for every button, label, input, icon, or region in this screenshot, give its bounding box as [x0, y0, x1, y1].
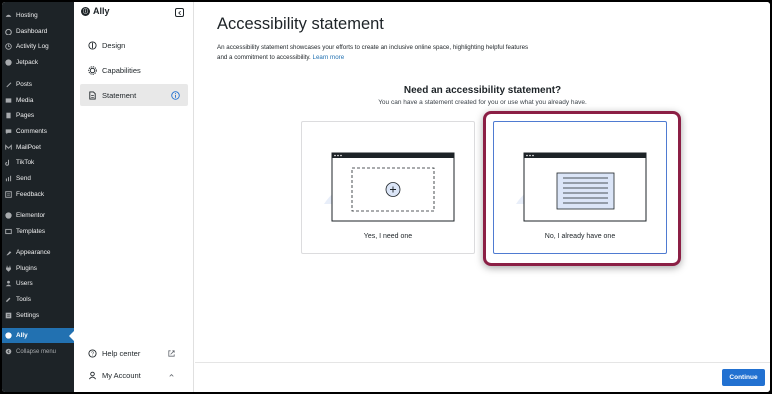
statement-icon	[88, 90, 97, 100]
help-icon: ?	[88, 348, 97, 358]
wp-menu-plugins[interactable]: Plugins	[2, 261, 74, 276]
users-icon	[5, 280, 12, 287]
media-icon	[5, 97, 12, 104]
statement-question: Need an accessibility statement?	[403, 85, 562, 96]
page-description: An accessibility statement showcases you…	[217, 44, 529, 61]
jetpack-icon	[5, 59, 12, 66]
chevron-up-icon	[167, 371, 176, 380]
nav-item-capabilities[interactable]: Capabilities	[80, 59, 188, 81]
pages-icon	[5, 112, 12, 119]
wp-menu-jetpack[interactable]: Jetpack	[2, 55, 74, 70]
templates-icon	[5, 228, 12, 235]
wp-menu-posts[interactable]: Posts	[2, 77, 74, 92]
send-icon	[5, 175, 12, 182]
statement-subquestion: You can have a statement created for you…	[378, 99, 587, 106]
my-account-menu[interactable]: My Account	[80, 366, 188, 384]
nav-item-statement[interactable]: Statement	[80, 84, 188, 106]
wp-menu-media[interactable]: Media	[2, 93, 74, 108]
wp-menu-ally[interactable]: Ally	[2, 328, 74, 343]
appearance-icon	[5, 249, 12, 256]
hosting-icon	[5, 12, 12, 19]
plugins-icon	[5, 265, 12, 272]
wp-menu-templates[interactable]: Templates	[2, 224, 74, 239]
wp-menu-hosting[interactable]: Hosting	[2, 8, 74, 23]
wp-menu-dashboard[interactable]: Dashboard	[2, 24, 74, 39]
wp-menu-tiktok[interactable]: TikTok	[2, 155, 74, 170]
ally-logo-icon: ⓘ	[81, 6, 90, 16]
wp-menu-feedback[interactable]: Feedback	[2, 187, 74, 202]
option-card-need-one[interactable]: Yes, I need one	[301, 121, 475, 254]
wp-menu-tools[interactable]: Tools	[2, 292, 74, 307]
tools-icon	[5, 296, 12, 303]
tiktok-icon	[5, 159, 12, 166]
elementor-icon	[5, 212, 12, 219]
dashboard-icon	[5, 28, 12, 35]
wp-menu-elementor[interactable]: Elementor	[2, 208, 74, 223]
nav-item-design[interactable]: Design	[80, 34, 188, 56]
page-title: Accessibility statement	[217, 15, 384, 33]
svg-text:?: ?	[91, 351, 94, 357]
activity-log-icon	[5, 43, 12, 50]
wp-menu-appearance[interactable]: Appearance	[2, 245, 74, 260]
ally-panel: ⓘ Ally Design Capabilities Statement ? H…	[74, 2, 194, 392]
wp-menu-comments[interactable]: Comments	[2, 124, 74, 139]
learn-more-link[interactable]: Learn more	[313, 54, 345, 61]
comments-icon	[5, 128, 12, 135]
ally-header: ⓘ Ally	[81, 6, 110, 16]
highlight-annotation	[483, 111, 681, 266]
feedback-icon	[5, 191, 12, 198]
wp-menu-settings[interactable]: Settings	[2, 308, 74, 323]
app-window: Hosting Dashboard Activity Log Jetpack P…	[2, 2, 770, 392]
posts-icon	[5, 81, 12, 88]
info-icon[interactable]	[171, 90, 180, 100]
account-icon	[88, 371, 97, 380]
wp-menu-activity-log[interactable]: Activity Log	[2, 39, 74, 54]
design-icon	[88, 40, 97, 50]
create-statement-illustration	[324, 152, 455, 222]
settings-icon	[5, 312, 12, 319]
wp-menu-mailpoet[interactable]: MailPoet	[2, 140, 74, 155]
wp-menu-pages[interactable]: Pages	[2, 108, 74, 123]
ally-title: Ally	[93, 6, 110, 16]
collapse-icon	[5, 348, 12, 355]
collapse-panel-icon[interactable]	[175, 8, 184, 17]
option-label-need-one: Yes, I need one	[363, 233, 413, 240]
main-content: Accessibility statement An accessibility…	[195, 2, 770, 392]
help-center-link[interactable]: ? Help center	[80, 344, 188, 362]
footer-divider	[195, 362, 770, 363]
wp-menu-users[interactable]: Users	[2, 276, 74, 291]
wp-menu-send[interactable]: Send	[2, 171, 74, 186]
continue-button[interactable]: Continue	[722, 369, 765, 386]
capabilities-icon	[88, 65, 97, 75]
ally-icon	[5, 332, 12, 339]
external-link-icon	[167, 349, 176, 358]
mailpoet-icon	[5, 144, 12, 151]
wp-admin-sidebar: Hosting Dashboard Activity Log Jetpack P…	[2, 2, 74, 392]
collapse-menu-button[interactable]: Collapse menu	[2, 344, 74, 359]
